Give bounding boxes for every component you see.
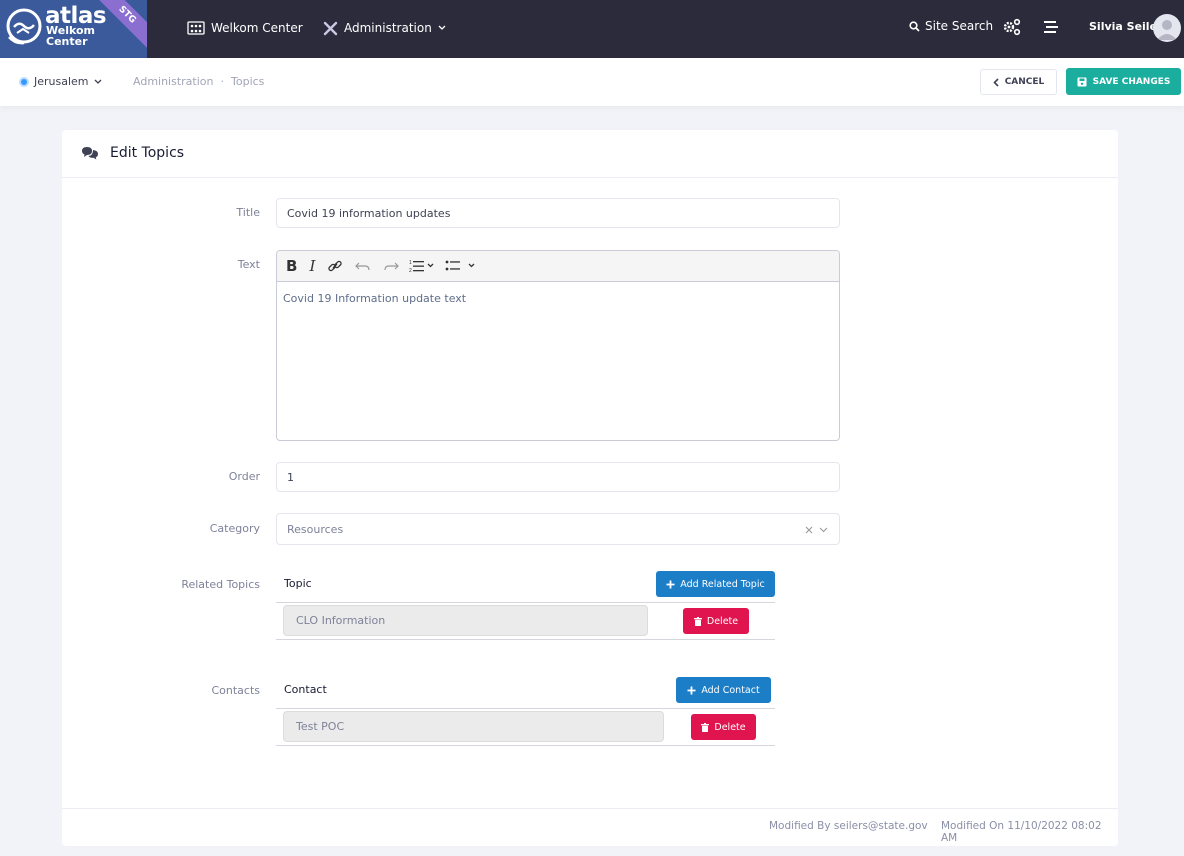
user-avatar-icon xyxy=(1157,20,1177,40)
divider xyxy=(276,745,775,746)
clear-icon[interactable] xyxy=(805,526,813,534)
breadcrumb-administration[interactable]: Administration xyxy=(133,75,214,88)
chevron-down-icon xyxy=(438,25,446,30)
location-label: Jerusalem xyxy=(34,75,89,88)
breadcrumb-separator: · xyxy=(220,75,225,88)
category-select[interactable]: Resources xyxy=(276,513,840,545)
menu-icon[interactable] xyxy=(1044,20,1058,34)
breadcrumb-topics[interactable]: Topics xyxy=(231,75,264,88)
trash-icon xyxy=(701,722,710,732)
editor-content[interactable]: Covid 19 Information update text xyxy=(277,282,839,315)
divider xyxy=(276,708,775,709)
text-label: Text xyxy=(237,258,260,271)
contact-value: Test POC xyxy=(283,711,664,742)
delete-contact-button[interactable]: Delete xyxy=(691,714,756,740)
link-icon[interactable] xyxy=(327,259,343,273)
modified-by: Modified By seilers@state.gov xyxy=(769,820,928,832)
add-contact-button[interactable]: Add Contact xyxy=(676,677,771,703)
gears-icon[interactable] xyxy=(1003,18,1021,36)
chevron-down-icon[interactable] xyxy=(819,527,828,533)
editor-toolbar: B I 1 2 xyxy=(277,251,839,282)
logo-line2: Center xyxy=(46,35,88,48)
card-footer: Modified By seilers@state.gov Modified O… xyxy=(62,808,1118,846)
top-navbar: atlas Welkom Center STG Welkom Center Ad… xyxy=(0,0,1184,58)
location-selector[interactable]: Jerusalem xyxy=(19,75,102,88)
chevron-down-icon xyxy=(94,79,101,84)
redo-icon[interactable] xyxy=(383,260,400,272)
divider xyxy=(276,639,775,640)
edit-topics-card: Edit Topics Title Covid 19 information u… xyxy=(62,130,1118,846)
globe-handshake-icon xyxy=(6,8,42,45)
tools-icon xyxy=(323,21,338,35)
category-label: Category xyxy=(209,522,260,535)
user-avatar[interactable] xyxy=(1153,14,1181,42)
order-label: Order xyxy=(228,470,260,483)
title-label: Title xyxy=(236,206,260,219)
category-value: Resources xyxy=(287,522,344,536)
svg-text:1: 1 xyxy=(409,260,412,266)
topic-column-header: Topic xyxy=(284,577,312,590)
page-title: Edit Topics xyxy=(110,145,185,161)
order-input[interactable]: 1 xyxy=(276,462,840,492)
save-changes-label: SAVE CHANGES xyxy=(1092,76,1171,87)
nav-administration-label: Administration xyxy=(344,21,432,35)
svg-text:2: 2 xyxy=(409,268,412,273)
italic-icon[interactable]: I xyxy=(309,257,315,275)
breadcrumb: Administration · Topics xyxy=(133,75,264,88)
site-search-label: Site Search xyxy=(925,19,994,33)
contact-column-header: Contact xyxy=(284,683,327,696)
user-name[interactable]: Silvia Seiler xyxy=(1089,20,1162,33)
title-input[interactable]: Covid 19 information updates xyxy=(276,198,840,228)
atlas-logo[interactable]: atlas Welkom Center STG xyxy=(0,0,147,58)
logo-subtitle: Welkom Center xyxy=(46,25,95,47)
add-related-topic-button[interactable]: Add Related Topic xyxy=(656,571,775,597)
divider xyxy=(276,602,775,603)
plus-icon xyxy=(687,686,696,694)
site-search-link[interactable]: Site Search xyxy=(909,19,993,33)
people-grid-icon xyxy=(187,21,205,35)
save-changes-button[interactable]: SAVE CHANGES xyxy=(1066,68,1181,95)
delete-label: Delete xyxy=(714,721,746,733)
comments-icon xyxy=(82,147,98,160)
cancel-label: CANCEL xyxy=(1004,77,1045,87)
bullet-list-icon[interactable] xyxy=(445,259,477,273)
save-icon xyxy=(1077,77,1087,86)
related-topics-label: Related Topics xyxy=(181,578,260,591)
contacts-label: Contacts xyxy=(211,684,260,697)
text-editor[interactable]: B I 1 2 Covid 19 Information update text xyxy=(276,250,840,441)
nav-welkom-center-label: Welkom Center xyxy=(211,21,303,35)
delete-related-topic-button[interactable]: Delete xyxy=(683,608,749,634)
related-topic-value: CLO Information xyxy=(283,605,648,636)
cancel-button[interactable]: CANCEL xyxy=(980,69,1057,95)
delete-label: Delete xyxy=(706,615,739,627)
numbered-list-icon[interactable]: 1 2 xyxy=(409,259,435,273)
add-contact-label: Add Contact xyxy=(701,684,760,696)
card-header: Edit Topics xyxy=(62,130,1118,178)
nav-administration[interactable]: Administration xyxy=(323,19,446,37)
add-related-topic-label: Add Related Topic xyxy=(680,578,765,590)
trash-icon xyxy=(693,616,702,626)
chevron-left-icon xyxy=(993,77,999,87)
modified-on: Modified On 11/10/2022 08:02 AM xyxy=(941,820,1102,844)
plus-icon xyxy=(666,580,675,588)
undo-icon[interactable] xyxy=(355,260,371,272)
nav-welkom-center[interactable]: Welkom Center xyxy=(187,19,303,37)
location-dot-icon xyxy=(19,76,29,87)
bold-icon[interactable]: B xyxy=(286,257,297,275)
search-icon xyxy=(909,20,920,32)
